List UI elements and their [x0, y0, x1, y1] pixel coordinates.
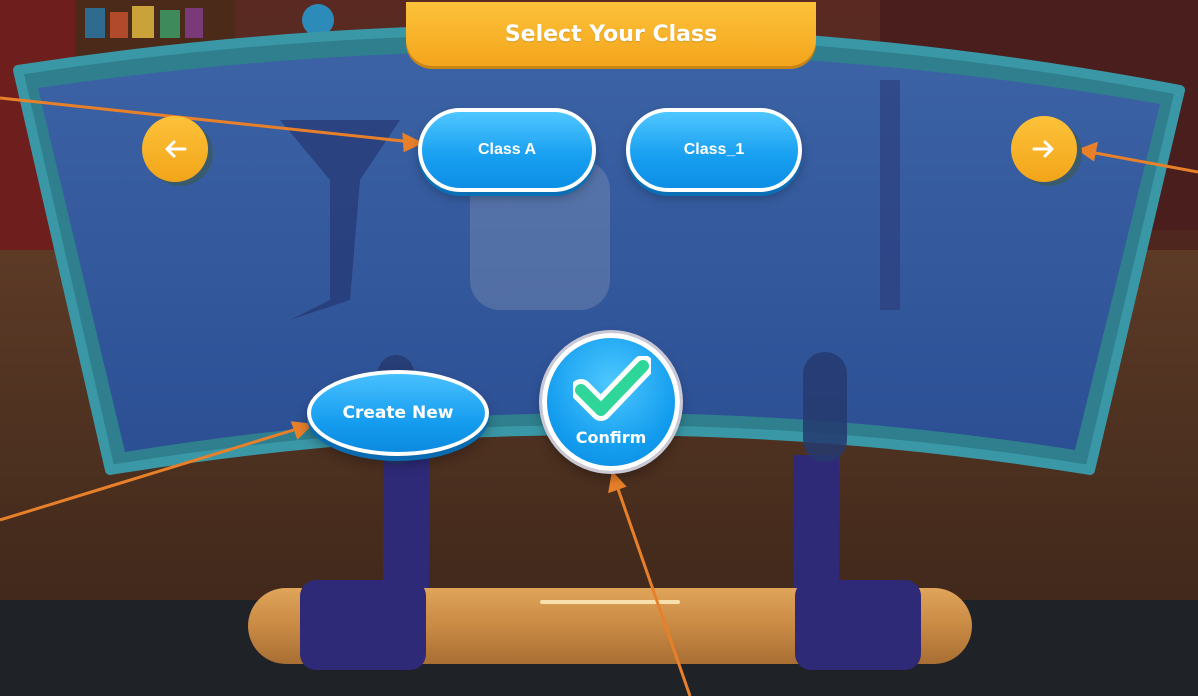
class-option-label: Class_1 — [683, 141, 745, 158]
class-option-class-1[interactable]: Class_1 — [626, 108, 802, 192]
arrow-left-icon — [165, 140, 187, 158]
next-page-button[interactable] — [1011, 116, 1077, 182]
page-title: Select Your Class — [406, 2, 816, 66]
arrow-right-icon — [1032, 140, 1054, 158]
class-option-label: Class A — [477, 141, 537, 158]
confirm-label: Confirm — [575, 428, 647, 447]
create-new-label: Create New — [342, 403, 454, 423]
prev-page-button[interactable] — [142, 116, 208, 182]
class-option-class-a[interactable]: Class A — [418, 108, 596, 192]
create-new-button[interactable]: Create New — [307, 370, 489, 456]
checkmark-icon — [573, 356, 651, 421]
page-title-text: Select Your Class — [504, 21, 718, 47]
confirm-button[interactable]: Confirm — [542, 333, 680, 471]
